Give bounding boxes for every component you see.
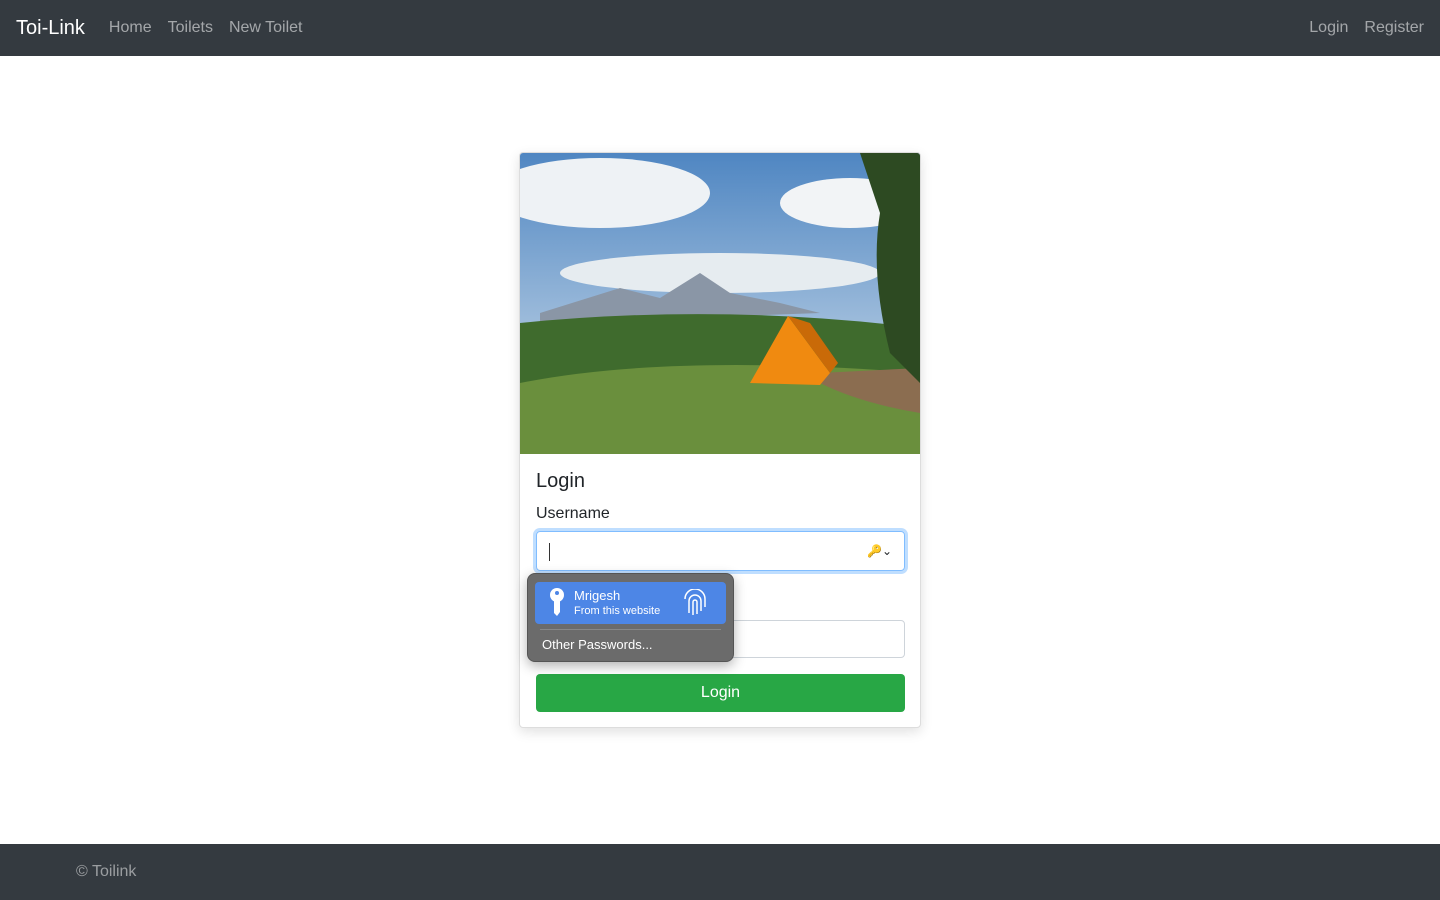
other-passwords-item[interactable]: Other Passwords...	[542, 637, 653, 652]
camping-image	[520, 153, 920, 454]
copyright: © Toilink	[76, 863, 137, 880]
nav-login[interactable]: Login	[1309, 19, 1348, 37]
nav-home[interactable]: Home	[109, 19, 152, 37]
divider	[540, 629, 721, 630]
text-cursor	[549, 543, 550, 561]
footer: © Toilink	[0, 844, 1440, 900]
fingerprint-icon	[684, 589, 706, 615]
account-name: Mrigesh	[574, 588, 621, 603]
username-label: Username	[536, 505, 610, 522]
login-button[interactable]: Login	[536, 674, 905, 712]
autofill-popup: Mrigesh From this website Other Password…	[527, 573, 734, 662]
account-source: From this website	[574, 605, 661, 617]
key-icon	[550, 588, 564, 616]
saved-account-item[interactable]: Mrigesh From this website	[535, 582, 726, 624]
navbar: Toi-Link Home Toilets New Toilet Login R…	[0, 0, 1440, 56]
nav-new-toilet[interactable]: New Toilet	[229, 19, 303, 37]
login-title: Login	[536, 470, 585, 492]
nav-register[interactable]: Register	[1364, 19, 1424, 37]
username-input[interactable]: 🔑⌄	[536, 531, 905, 571]
brand-link[interactable]: Toi-Link	[16, 17, 85, 40]
nav-toilets[interactable]: Toilets	[168, 19, 213, 37]
password-key-dropdown-icon[interactable]: 🔑⌄	[867, 544, 892, 558]
